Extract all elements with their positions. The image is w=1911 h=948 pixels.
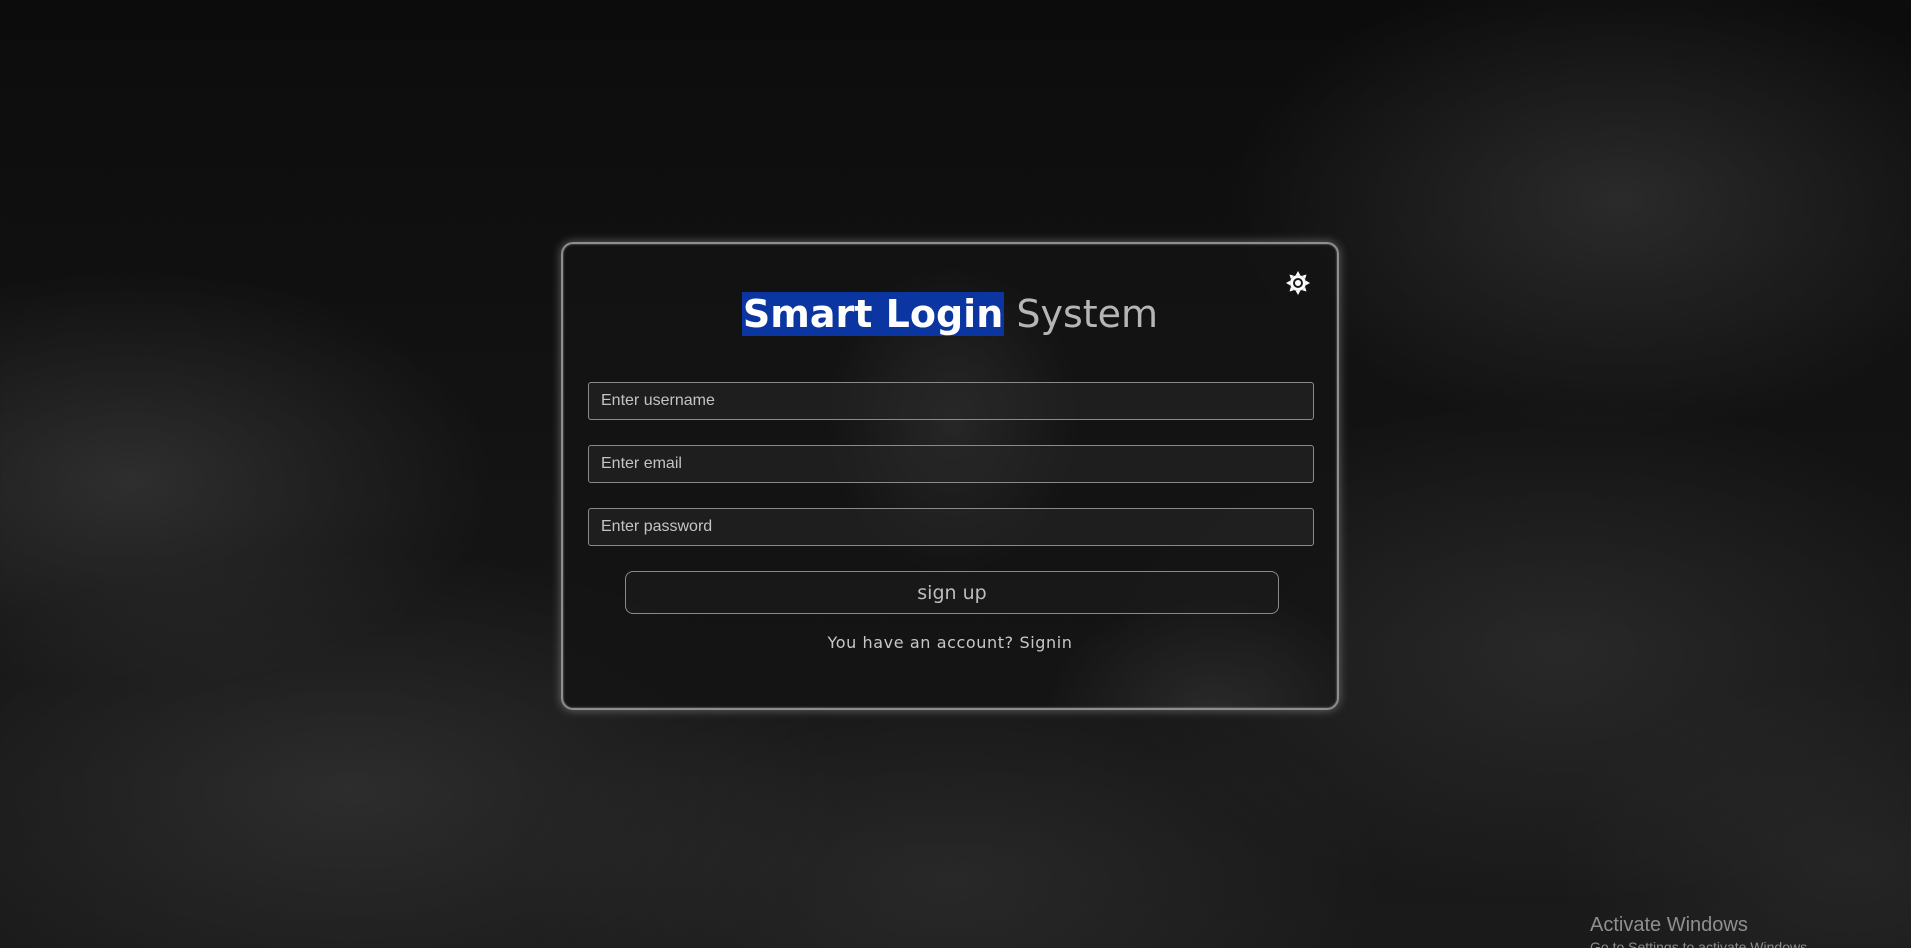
signup-card: Smart Login System sign up You have an a… <box>561 242 1339 710</box>
sign-up-button[interactable]: sign up <box>625 571 1279 614</box>
watermark-subtitle: Go to Settings to activate Windows. <box>1590 939 1811 948</box>
password-input[interactable] <box>588 508 1314 546</box>
account-prompt-text: You have an account? <box>827 633 1014 652</box>
title-rest: System <box>1016 292 1159 336</box>
signin-link[interactable]: Signin <box>1019 633 1072 652</box>
activate-windows-watermark: Activate Windows Go to Settings to activ… <box>1590 912 1811 948</box>
page-title: Smart Login System <box>563 288 1337 340</box>
email-input[interactable] <box>588 445 1314 483</box>
watermark-title: Activate Windows <box>1590 914 1748 936</box>
username-input[interactable] <box>588 382 1314 420</box>
title-highlight: Smart Login <box>741 292 1005 336</box>
account-prompt: You have an account? Signin <box>563 633 1337 652</box>
